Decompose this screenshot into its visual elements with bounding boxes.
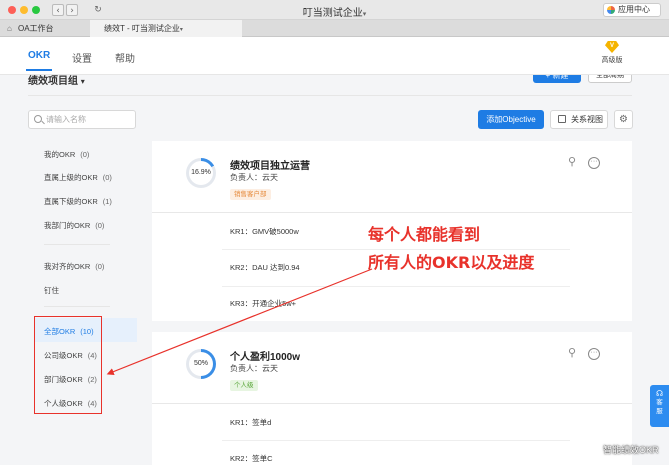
watermark: 智能绩效OKR xyxy=(603,445,659,455)
customer-service-button[interactable]: ☊ 客服 xyxy=(650,385,669,427)
upgrade-button[interactable]: V 高级版 xyxy=(594,41,630,65)
tab-bar: ⌂ OA工作台 绩效T - 叮当测试企业▾ xyxy=(0,20,669,37)
app-center-icon xyxy=(607,6,615,14)
tab-label: OA工作台 xyxy=(18,24,54,33)
main-content: 绩效项目组 ▾ + 新建 全部周期 添加Objective 关系视图 ⚙ 我的O… xyxy=(0,75,669,465)
chevron-down-icon: ▾ xyxy=(179,27,183,33)
tab-okr-app[interactable]: 绩效T - 叮当测试企业▾ xyxy=(90,20,242,37)
menu-settings[interactable]: 设置 xyxy=(72,50,92,65)
browser-titlebar: ‹ › ↻ 叮当测试企业▾ 应用中心 xyxy=(0,0,669,20)
annotation-arrow xyxy=(106,268,373,376)
diamond-icon: V xyxy=(605,41,619,53)
customer-service-label: 客服 xyxy=(656,399,663,415)
window-title: 叮当测试企业▾ xyxy=(0,4,669,19)
tab-label: 绩效T - 叮当测试企业 xyxy=(104,24,180,33)
menu-okr[interactable]: OKR xyxy=(25,50,53,71)
upgrade-label: 高级版 xyxy=(601,57,623,64)
app-header: OKR 设置 帮助 V 高级版 xyxy=(0,37,669,75)
window-title-text: 叮当测试企业 xyxy=(302,8,363,19)
headset-icon: ☊ xyxy=(655,389,664,398)
tab-oa-workbench[interactable]: ⌂ OA工作台 xyxy=(2,20,90,37)
chevron-down-icon[interactable]: ▾ xyxy=(363,11,367,18)
app-center-label: 应用中心 xyxy=(618,5,650,14)
app-center-button[interactable]: 应用中心 xyxy=(603,3,661,17)
menu-help[interactable]: 帮助 xyxy=(115,50,135,65)
home-icon: ⌂ xyxy=(7,24,12,33)
